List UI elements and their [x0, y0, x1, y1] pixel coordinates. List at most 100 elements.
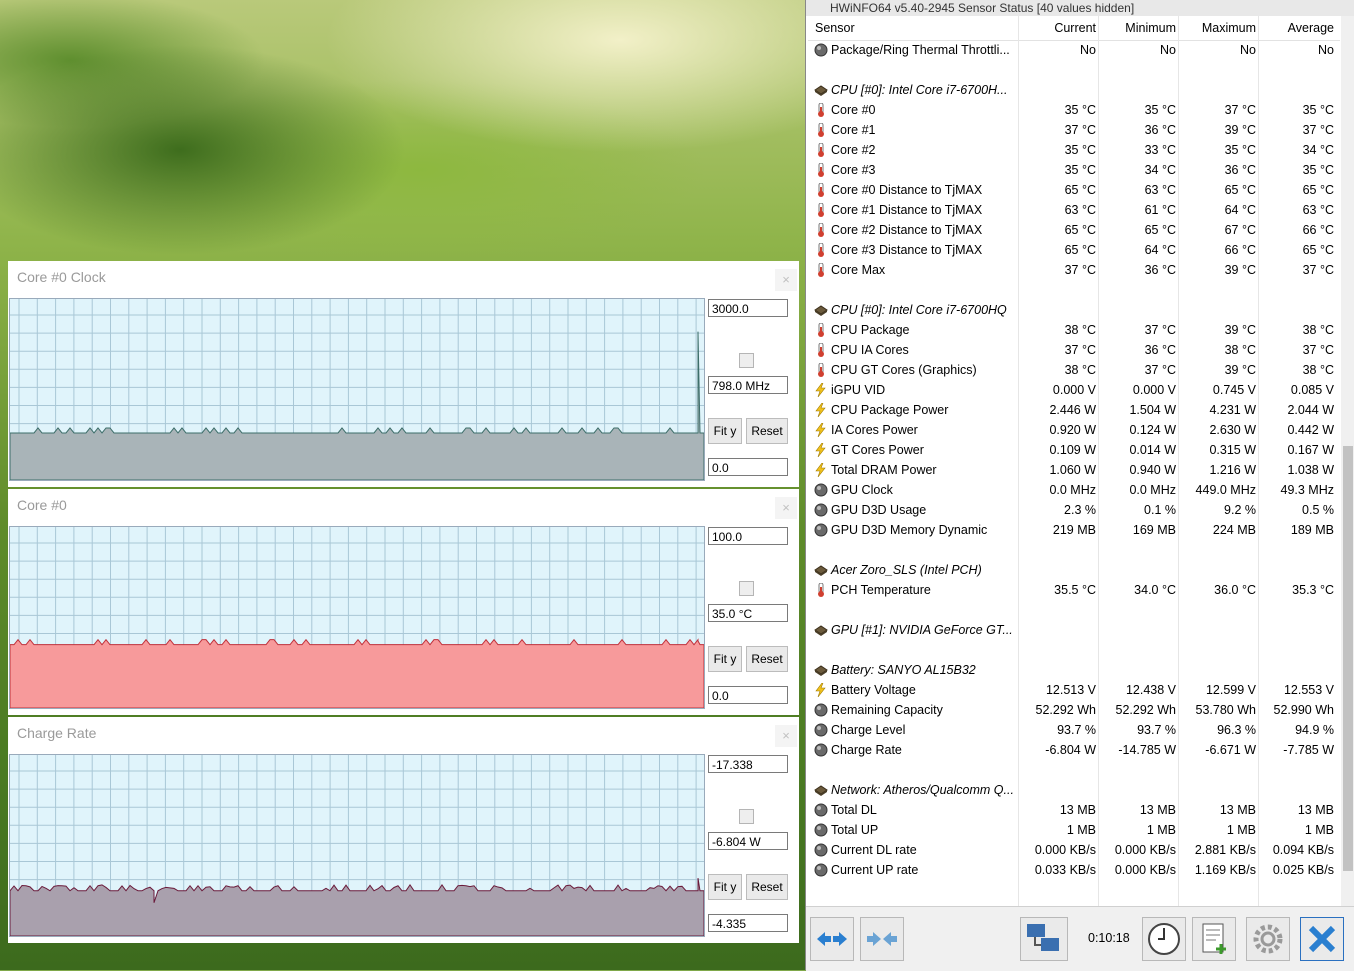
minimum-value: 93.7 %: [1137, 723, 1176, 737]
current-value: 37 °C: [1064, 263, 1096, 277]
report-add-icon[interactable]: [1192, 917, 1236, 961]
thermometer-icon: [814, 322, 828, 337]
sensor-name: CPU Package: [831, 323, 910, 337]
average-value: 13 MB: [1297, 803, 1334, 817]
sensor-row[interactable]: Total DRAM Power 1.060 W 0.940 W 1.216 W 1.0…: [808, 460, 1340, 480]
graph-max-field[interactable]: -17.338: [708, 755, 788, 773]
sensor-row[interactable]: Core #3 Distance to TjMAX 65 °C 64 °C 66 °C…: [808, 240, 1340, 260]
blank-row: [808, 280, 1340, 300]
sensor-row[interactable]: GPU Clock 0.0 MHz 0.0 MHz 449.0 MHz 49.3 MHz: [808, 480, 1340, 500]
graph-min-field[interactable]: 0.0: [708, 458, 788, 476]
sensor-row[interactable]: Charge Level 93.7 % 93.7 % 96.3 % 94.9 %: [808, 720, 1340, 740]
sensor-row[interactable]: GT Cores Power 0.109 W 0.014 W 0.315 W 0.167…: [808, 440, 1340, 460]
sensor-group-row[interactable]: Battery: SANYO AL15B32: [808, 660, 1340, 680]
gear-icon[interactable]: [1246, 917, 1290, 961]
sensor-name: Total DRAM Power: [831, 463, 937, 477]
circle-icon: [814, 823, 828, 837]
group-name: Battery: SANYO AL15B32: [831, 663, 976, 677]
arrows-collapse-icon[interactable]: [860, 917, 904, 961]
graph-close-button[interactable]: ×: [775, 269, 797, 291]
sensor-row[interactable]: GPU D3D Memory Dynamic 219 MB 169 MB 224 MB…: [808, 520, 1340, 540]
fit-y-button[interactable]: Fit y: [708, 646, 742, 672]
sensor-row[interactable]: CPU IA Cores 37 °C 36 °C 38 °C 37 °C: [808, 340, 1340, 360]
sensor-row[interactable]: Total DL 13 MB 13 MB 13 MB 13 MB: [808, 800, 1340, 820]
sensor-row[interactable]: Remaining Capacity 52.292 Wh 52.292 Wh 53.7…: [808, 700, 1340, 720]
sensor-row[interactable]: iGPU VID 0.000 V 0.000 V 0.745 V 0.085 V: [808, 380, 1340, 400]
graph-max-field[interactable]: 100.0: [708, 527, 788, 545]
lightning-icon: [814, 462, 828, 478]
sensor-row[interactable]: Current DL rate 0.000 KB/s 0.000 KB/s 2.881…: [808, 840, 1340, 860]
sensor-row[interactable]: CPU Package Power 2.446 W 1.504 W 4.231 W 2.…: [808, 400, 1340, 420]
sensor-row[interactable]: Current UP rate 0.033 KB/s 0.000 KB/s 1.169…: [808, 860, 1340, 880]
minimum-value: 52.292 Wh: [1115, 703, 1176, 717]
sensor-group-row[interactable]: CPU [#0]: Intel Core i7-6700H...: [808, 80, 1340, 100]
sensor-row[interactable]: PCH Temperature 35.5 °C 34.0 °C 36.0 °C 35.3…: [808, 580, 1340, 600]
sensor-name: IA Cores Power: [831, 423, 918, 437]
reset-button[interactable]: Reset: [746, 874, 788, 900]
sensor-name: Core #1: [831, 123, 876, 137]
reset-button[interactable]: Reset: [746, 646, 788, 672]
graph-close-button[interactable]: ×: [775, 725, 797, 747]
sensor-row[interactable]: Core Max 37 °C 36 °C 39 °C 37 °C: [808, 260, 1340, 280]
lightning-icon: [814, 382, 828, 398]
sensor-group-row[interactable]: CPU [#0]: Intel Core i7-6700HQ: [808, 300, 1340, 320]
sensor-row[interactable]: Core #2 35 °C 33 °C 35 °C 34 °C: [808, 140, 1340, 160]
graph-max-field[interactable]: 3000.0: [708, 299, 788, 317]
minimum-value: 0.000 KB/s: [1114, 843, 1176, 857]
maximum-value: 0.315 W: [1209, 443, 1256, 457]
window-titlebar[interactable]: HWiNFO64 v5.40-2945 Sensor Status [40 va…: [806, 0, 1354, 16]
graph-auto-checkbox[interactable]: [739, 581, 754, 596]
sensor-name: Core #1 Distance to TjMAX: [831, 203, 983, 217]
lightning-icon: [814, 682, 828, 698]
average-value: -7.785 W: [1283, 743, 1334, 757]
header-average[interactable]: Average: [1288, 21, 1334, 35]
sensor-group-row[interactable]: Acer Zoro_SLS (Intel PCH): [808, 560, 1340, 580]
graph-auto-checkbox[interactable]: [739, 809, 754, 824]
sensor-name: Total DL: [831, 803, 877, 817]
sensor-row[interactable]: IA Cores Power 0.920 W 0.124 W 2.630 W 0.442…: [808, 420, 1340, 440]
fit-y-button[interactable]: Fit y: [708, 418, 742, 444]
graph-close-button[interactable]: ×: [775, 497, 797, 519]
vertical-scrollbar[interactable]: [1341, 16, 1354, 906]
graph-min-field[interactable]: -4.335: [708, 914, 788, 932]
clock-icon[interactable]: [1142, 917, 1186, 961]
arrows-expand-icon[interactable]: [810, 917, 854, 961]
lightning-icon: [814, 442, 828, 458]
sensor-row[interactable]: Charge Rate -6.804 W -14.785 W -6.671 W -7.7…: [808, 740, 1340, 760]
sensor-group-row[interactable]: GPU [#1]: NVIDIA GeForce GT...: [808, 620, 1340, 640]
sensor-row[interactable]: Core #0 35 °C 35 °C 37 °C 35 °C: [808, 100, 1340, 120]
sensor-row[interactable]: Core #1 Distance to TjMAX 63 °C 61 °C 64 °C…: [808, 200, 1340, 220]
current-value: 63 °C: [1064, 203, 1096, 217]
maximum-value: 39 °C: [1224, 323, 1256, 337]
sensor-group-row[interactable]: Network: Atheros/Qualcomm Q...: [808, 780, 1340, 800]
sensor-table: Package/Ring Thermal Throttli... No No No No…: [808, 40, 1340, 880]
sensor-row[interactable]: Core #0 Distance to TjMAX 65 °C 63 °C 65 °C…: [808, 180, 1340, 200]
scrollbar-thumb[interactable]: [1343, 446, 1353, 871]
elapsed-timer: 0:10:18: [1088, 931, 1130, 945]
graph-auto-checkbox[interactable]: [739, 353, 754, 368]
header-minimum[interactable]: Minimum: [1125, 21, 1176, 35]
close-x-icon[interactable]: [1300, 917, 1344, 961]
sensor-row[interactable]: Package/Ring Thermal Throttli... No No No No: [808, 40, 1340, 60]
sensor-row[interactable]: Battery Voltage 12.513 V 12.438 V 12.599 V 1…: [808, 680, 1340, 700]
sensor-row[interactable]: Core #3 35 °C 34 °C 36 °C 35 °C: [808, 160, 1340, 180]
header-current[interactable]: Current: [1054, 21, 1096, 35]
reset-button[interactable]: Reset: [746, 418, 788, 444]
sensor-row[interactable]: CPU Package 38 °C 37 °C 39 °C 38 °C: [808, 320, 1340, 340]
sensor-row[interactable]: GPU D3D Usage 2.3 % 0.1 % 9.2 % 0.5 %: [808, 500, 1340, 520]
minimum-value: 36 °C: [1144, 343, 1176, 357]
sensor-row[interactable]: Core #1 37 °C 36 °C 39 °C 37 °C: [808, 120, 1340, 140]
average-value: 0.167 W: [1287, 443, 1334, 457]
header-sensor[interactable]: Sensor: [815, 21, 855, 35]
header-maximum[interactable]: Maximum: [1202, 21, 1256, 35]
lightning-icon: [814, 422, 828, 438]
sensor-row[interactable]: CPU GT Cores (Graphics) 38 °C 37 °C 39 °C 38…: [808, 360, 1340, 380]
sensor-row[interactable]: Total UP 1 MB 1 MB 1 MB 1 MB: [808, 820, 1340, 840]
network-icon[interactable]: [1020, 917, 1068, 961]
blank-row: [808, 760, 1340, 780]
current-value: 38 °C: [1064, 323, 1096, 337]
fit-y-button[interactable]: Fit y: [708, 874, 742, 900]
sensor-row[interactable]: Core #2 Distance to TjMAX 65 °C 65 °C 67 °C…: [808, 220, 1340, 240]
graph-min-field[interactable]: 0.0: [708, 686, 788, 704]
thermometer-icon: [814, 162, 828, 177]
